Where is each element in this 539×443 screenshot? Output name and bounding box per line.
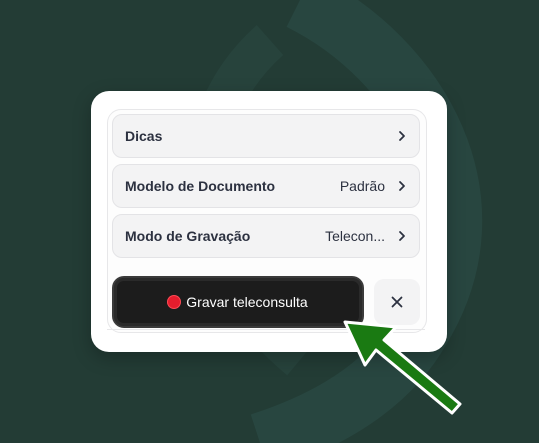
menu-item-label: Dicas	[125, 128, 163, 144]
menu-item-modelo-de-documento[interactable]: Modelo de Documento Padrão	[112, 164, 420, 208]
record-button-label: Gravar teleconsulta	[186, 294, 308, 310]
menu-item-label: Modelo de Documento	[125, 178, 276, 194]
recording-options-panel: Dicas Modelo de Documento Padrão Modo de…	[91, 91, 447, 352]
menu-item-modo-de-gravacao[interactable]: Modo de Gravação Telecon...	[112, 214, 420, 258]
menu-item-dicas[interactable]: Dicas	[112, 114, 420, 158]
divider	[107, 329, 425, 330]
chevron-right-icon	[397, 230, 407, 242]
menu-item-value: Padrão	[339, 178, 385, 194]
close-icon	[391, 296, 403, 308]
record-dot-icon	[168, 296, 181, 308]
chevron-right-icon	[397, 180, 407, 192]
menu-item-label: Modo de Gravação	[125, 228, 251, 244]
chevron-right-icon	[397, 130, 407, 142]
record-teleconsultation-button[interactable]: Gravar teleconsulta	[112, 276, 364, 328]
close-button[interactable]	[374, 279, 420, 325]
menu-item-value: Telecon...	[325, 228, 385, 244]
